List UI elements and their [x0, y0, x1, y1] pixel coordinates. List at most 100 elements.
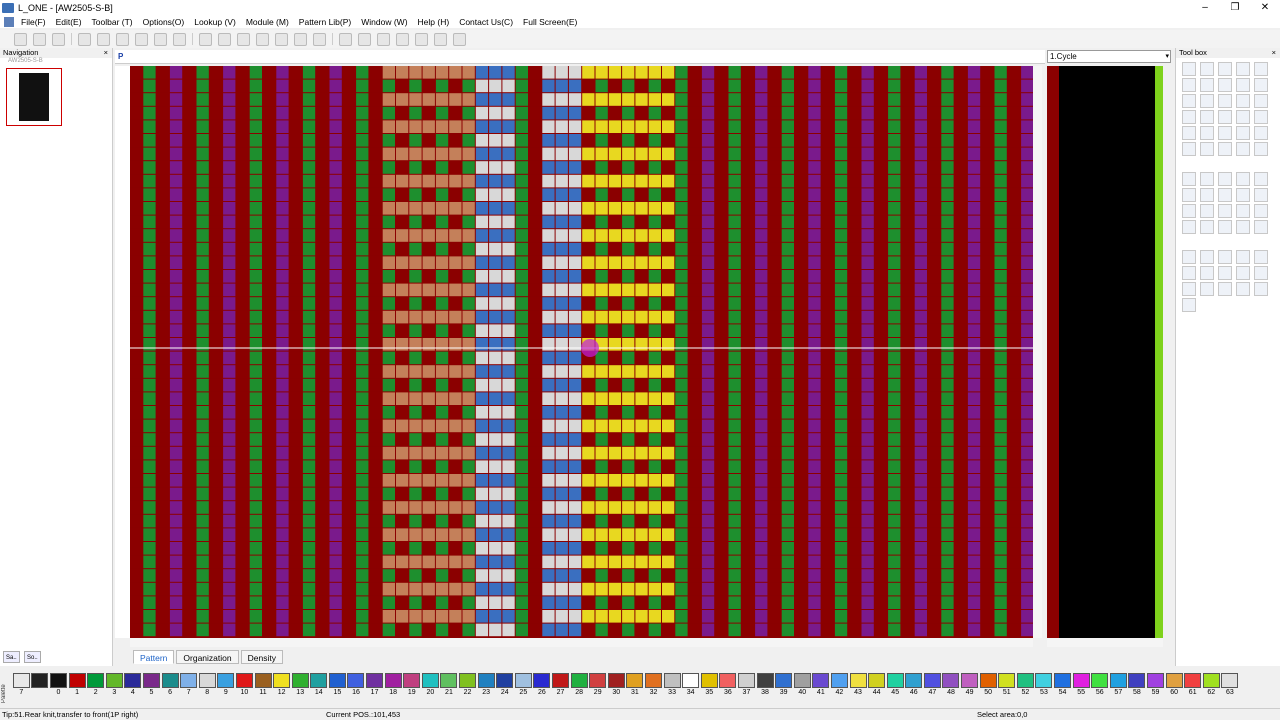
stitch-cell[interactable] [382, 134, 395, 147]
stitch-cell[interactable] [675, 514, 688, 528]
stitch-cell[interactable] [874, 623, 888, 637]
palette-swatch[interactable] [923, 673, 941, 688]
stitch-cell[interactable] [502, 406, 515, 419]
stitch-cell[interactable] [981, 419, 994, 433]
stitch-cell[interactable] [755, 528, 768, 541]
stitch-cell[interactable] [342, 542, 356, 555]
stitch-cell[interactable] [249, 134, 262, 147]
palette-color-11[interactable]: 9 [217, 673, 236, 697]
stitch-cell[interactable] [834, 66, 848, 79]
export-icon[interactable] [453, 32, 466, 46]
stitch-cell[interactable] [289, 297, 302, 310]
stitch-cell[interactable] [981, 270, 994, 283]
stitch-cell[interactable] [662, 229, 675, 242]
stitch-cell[interactable] [622, 446, 635, 460]
palette-swatch[interactable] [644, 673, 662, 688]
stitch-cell[interactable] [834, 120, 848, 133]
stitch-cell[interactable] [130, 174, 143, 188]
palette-swatch[interactable] [459, 673, 477, 688]
stitch-cell[interactable] [329, 351, 342, 365]
stitch-cell[interactable] [209, 120, 223, 133]
stitch-cell[interactable] [768, 365, 781, 378]
stitch-cell[interactable] [568, 310, 582, 324]
stitch-cell[interactable] [648, 419, 661, 433]
stitch-cell[interactable] [741, 514, 755, 528]
stitch-cell[interactable] [635, 555, 648, 569]
stitch-cell[interactable] [542, 297, 555, 310]
stitch-cell[interactable] [156, 283, 169, 297]
stitch-cell[interactable] [555, 242, 568, 256]
stitch-cell[interactable] [329, 93, 342, 106]
stitch-cell[interactable] [196, 569, 209, 582]
stitch-cell[interactable] [249, 270, 262, 283]
stitch-cell[interactable] [409, 514, 422, 528]
tab-density[interactable]: Density [240, 650, 283, 664]
stitch-cell[interactable] [489, 270, 502, 283]
stitch-cell[interactable] [941, 433, 954, 446]
stitch-cell[interactable] [236, 134, 249, 147]
stitch-cell[interactable] [728, 406, 741, 419]
stitch-cell[interactable] [728, 270, 741, 283]
stitch-cell[interactable] [449, 623, 462, 637]
stitch-cell[interactable] [888, 93, 901, 106]
stitch-cell[interactable] [502, 542, 515, 555]
stitch-cell[interactable] [542, 610, 555, 623]
stitch-cell[interactable] [595, 406, 608, 419]
palette-color-33[interactable]: 31 [626, 673, 645, 697]
stitch-cell[interactable] [356, 147, 369, 161]
palette-color-27[interactable]: 25 [514, 673, 533, 697]
stitch-cell[interactable] [941, 555, 954, 569]
stitch-cell[interactable] [502, 569, 515, 582]
stitch-cell[interactable] [954, 569, 967, 582]
stitch-cell[interactable] [223, 596, 236, 609]
stitch-cell[interactable] [1007, 460, 1021, 473]
stitch-cell[interactable] [861, 310, 874, 324]
stitch-cell[interactable] [249, 514, 262, 528]
stitch-cell[interactable] [329, 310, 342, 324]
stitch-cell[interactable] [608, 610, 622, 623]
stitch-cell[interactable] [768, 446, 781, 460]
stitch-cell[interactable] [143, 106, 156, 120]
stitch-cell[interactable] [595, 542, 608, 555]
stitch-cell[interactable] [316, 406, 329, 419]
stitch-cell[interactable] [874, 174, 888, 188]
stitch-cell[interactable] [874, 596, 888, 609]
stitch-cell[interactable] [701, 229, 715, 242]
stitch-cell[interactable] [874, 202, 888, 215]
stitch-cell[interactable] [422, 79, 435, 93]
stitch-cell[interactable] [622, 610, 635, 623]
stitch-cell[interactable] [422, 270, 435, 283]
stitch-cell[interactable] [475, 147, 489, 161]
stitch-cell[interactable] [1007, 229, 1021, 242]
stitch-cell[interactable] [768, 392, 781, 405]
stitch-cell[interactable] [143, 338, 156, 351]
stitch-cell[interactable] [582, 569, 595, 582]
stitch-cell[interactable] [289, 79, 302, 93]
stitch-cell[interactable] [196, 120, 209, 133]
stitch-cell[interactable] [928, 188, 941, 201]
stitch-cell[interactable] [715, 501, 728, 514]
stitch-cell[interactable] [954, 215, 967, 229]
toolgrid1-tool-icon-2[interactable] [1218, 62, 1232, 76]
stitch-cell[interactable] [329, 229, 342, 242]
stitch-cell[interactable] [302, 270, 316, 283]
stitch-cell[interactable] [808, 555, 821, 569]
stitch-cell[interactable] [515, 147, 528, 161]
stitch-cell[interactable] [209, 351, 223, 365]
stitch-cell[interactable] [529, 161, 542, 174]
stitch-cell[interactable] [741, 542, 755, 555]
stitch-cell[interactable] [901, 406, 914, 419]
stitch-cell[interactable] [861, 338, 874, 351]
stitch-cell[interactable] [781, 324, 794, 337]
stitch-cell[interactable] [967, 365, 981, 378]
stitch-cell[interactable] [622, 215, 635, 229]
stitch-cell[interactable] [196, 66, 209, 79]
stitch-cell[interactable] [648, 406, 661, 419]
stitch-cell[interactable] [515, 351, 528, 365]
copy-icon[interactable] [154, 32, 167, 46]
stitch-cell[interactable] [169, 351, 183, 365]
stitch-cell[interactable] [834, 542, 848, 555]
stitch-cell[interactable] [263, 147, 276, 161]
palette-color-45[interactable]: 43 [849, 673, 868, 697]
stitch-cell[interactable] [928, 514, 941, 528]
